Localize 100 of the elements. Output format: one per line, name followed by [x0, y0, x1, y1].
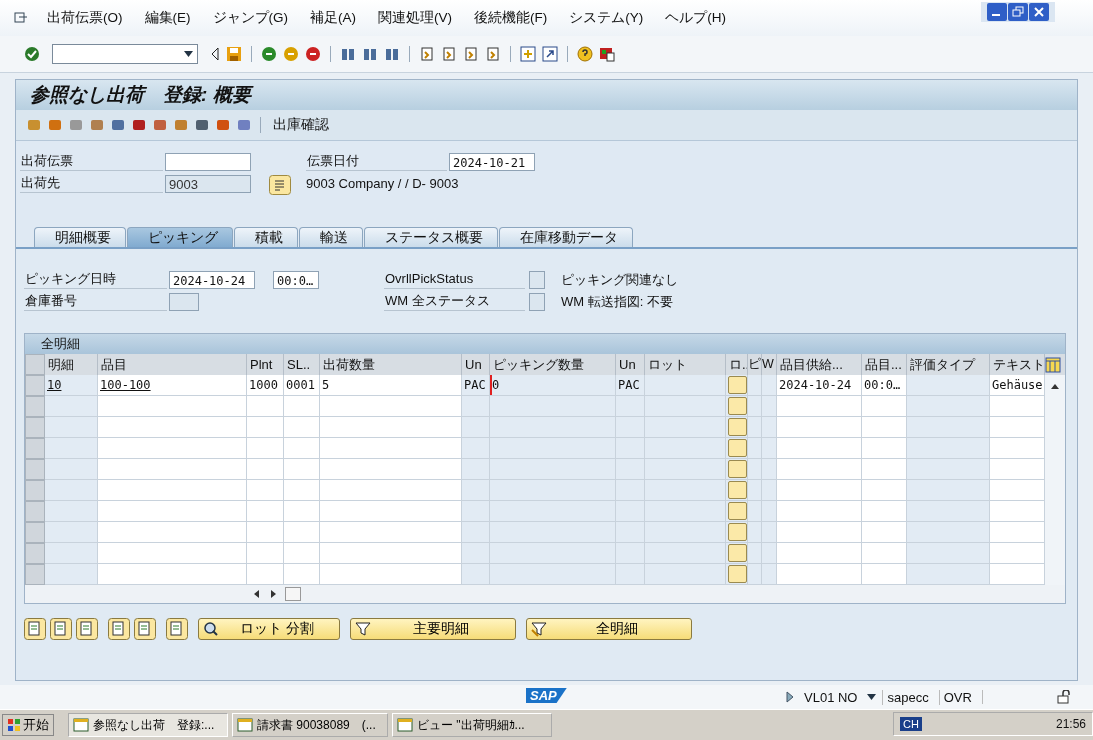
table-cell: 0001: [284, 375, 320, 396]
command-field[interactable]: [52, 44, 198, 64]
lock-icon: [1056, 690, 1071, 704]
menu-item[interactable]: ヘルプ(H): [654, 9, 737, 27]
triangle-icon[interactable]: [210, 47, 220, 61]
menu-item[interactable]: ジャンプ(G): [201, 9, 299, 27]
table-cell: [247, 522, 284, 543]
table-cell: 2024-10-24: [777, 375, 862, 396]
menu-item[interactable]: 補足(A): [299, 9, 367, 27]
table-tool-icon[interactable]: [76, 618, 98, 640]
table-cell: [247, 438, 284, 459]
table-cell: [616, 501, 645, 522]
table-cell: [462, 480, 490, 501]
table-cell: PAC: [462, 375, 490, 396]
taskbar-button[interactable]: 参照なし出荷 登録:...: [68, 713, 228, 737]
toolbar-button[interactable]: 全明細: [526, 618, 692, 640]
status-text: ピッキング関連なし: [561, 270, 678, 289]
expand-icon[interactable]: [786, 691, 794, 703]
new-window-icon[interactable]: [542, 46, 558, 62]
enter-icon[interactable]: [24, 46, 40, 62]
table-cell: [284, 543, 320, 564]
table-cell: [284, 501, 320, 522]
table-link[interactable]: 100-100: [100, 375, 151, 395]
table-cell: [762, 375, 777, 396]
table-cell: [762, 480, 777, 501]
table-tool-icon[interactable]: [108, 618, 130, 640]
menu-item[interactable]: 出荷伝票(O): [36, 9, 134, 27]
table-cell: [616, 417, 645, 438]
table-cell: [616, 396, 645, 417]
language-indicator[interactable]: CH: [900, 717, 922, 731]
layout-icon[interactable]: [520, 46, 536, 62]
toolbar-button[interactable]: ロット 分割: [198, 618, 340, 640]
caret-icon[interactable]: [184, 51, 193, 57]
tab[interactable]: ステータス概要: [364, 227, 498, 248]
tab[interactable]: 輸送: [299, 227, 363, 248]
date-field[interactable]: 2024-10-24: [169, 270, 255, 289]
table-tool-icon[interactable]: [24, 618, 46, 640]
menu-item[interactable]: システム(Y): [558, 9, 655, 27]
table-tool-icon[interactable]: [134, 618, 156, 640]
window-icon: [397, 717, 413, 733]
table-cell: [862, 501, 907, 522]
table-cell: [247, 501, 284, 522]
table-cell: [762, 564, 777, 585]
table-cell: [462, 438, 490, 459]
dropdown-icon[interactable]: [867, 694, 877, 700]
address-icon[interactable]: [269, 174, 291, 195]
table-cell: [284, 459, 320, 480]
table-cell: [762, 438, 777, 459]
table-cell: [462, 543, 490, 564]
menu-item[interactable]: 関連処理(V): [367, 9, 463, 27]
table-cell: 00:0…: [862, 375, 907, 396]
minimize-button[interactable]: [987, 3, 1007, 21]
windows-logo-icon: [7, 718, 21, 732]
tab[interactable]: 在庫移動データ: [499, 227, 633, 248]
table-cell: [862, 417, 907, 438]
table-cell: Gehäuse: [990, 375, 1045, 396]
input-cell[interactable]: 0: [490, 375, 616, 396]
table-cell: [990, 543, 1045, 564]
table-cell: [990, 564, 1045, 585]
time-field[interactable]: 00:0…: [273, 270, 319, 289]
table-cell: 5: [320, 375, 462, 396]
table-cell: [45, 438, 98, 459]
menu-icon[interactable]: [14, 12, 28, 24]
scroll-right-icon[interactable]: [269, 590, 277, 598]
table-tool-icon[interactable]: [166, 618, 188, 640]
input-field[interactable]: [165, 152, 251, 171]
table-settings-icon[interactable]: [1045, 356, 1061, 373]
scroll-left-icon[interactable]: [253, 590, 261, 598]
restore-button[interactable]: [1008, 3, 1028, 21]
taskbar-button[interactable]: ビュー "出荷明細ｶ...: [392, 713, 552, 737]
table-tool-icon[interactable]: [50, 618, 72, 640]
menu-item[interactable]: 後続機能(F): [463, 9, 559, 27]
field-label: WM 全ステータス: [384, 292, 525, 311]
date-field[interactable]: 2024-10-21: [449, 152, 535, 171]
table-link[interactable]: 10: [47, 375, 62, 395]
close-button[interactable]: [1029, 3, 1049, 21]
menu-item[interactable]: 編集(E): [133, 9, 202, 27]
display-field: 9003: [165, 174, 251, 193]
table-cell: [616, 543, 645, 564]
server-name: sapecc: [882, 689, 933, 705]
taskbar-button[interactable]: 請求書 90038089 (...: [232, 713, 388, 737]
confirm-goods-issue-button[interactable]: 出庫確認: [273, 116, 329, 134]
table-cell: [284, 522, 320, 543]
tab[interactable]: ピッキング: [127, 227, 233, 248]
table-cell: [862, 396, 907, 417]
table-cell: [762, 396, 777, 417]
table-cell: [762, 459, 777, 480]
table-cell: [862, 564, 907, 585]
tab[interactable]: 明細概要: [34, 227, 126, 248]
table-cell: [990, 459, 1045, 480]
help-icon[interactable]: [577, 46, 593, 62]
scroll-thumb[interactable]: [285, 587, 301, 601]
table-cell: [990, 501, 1045, 522]
table-cell: [247, 396, 284, 417]
table-cell: [862, 459, 907, 480]
toolbar-button[interactable]: 主要明細: [350, 618, 516, 640]
start-button[interactable]: 开始: [2, 714, 54, 736]
save-icon[interactable]: [226, 46, 242, 62]
table-cell: [616, 564, 645, 585]
tab[interactable]: 積載: [234, 227, 298, 248]
